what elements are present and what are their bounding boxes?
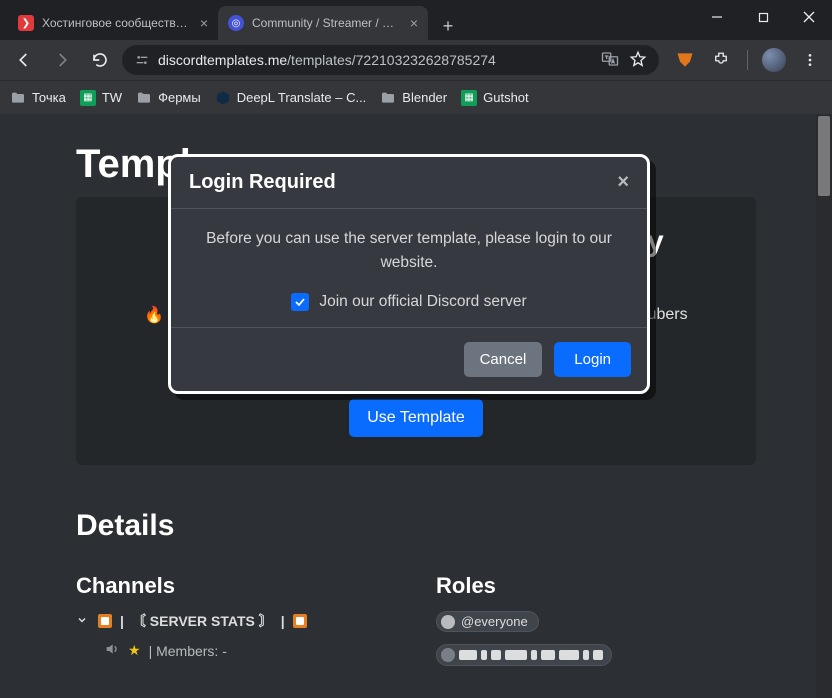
separator	[747, 50, 748, 70]
bookmark-item[interactable]: Точка	[10, 90, 66, 106]
join-discord-checkbox[interactable]	[291, 293, 309, 311]
bookmark-item[interactable]: Фермы	[136, 90, 201, 106]
close-window-button[interactable]	[786, 0, 832, 34]
back-button[interactable]	[8, 44, 40, 76]
cancel-button[interactable]: Cancel	[464, 342, 543, 377]
tab-title: Хостинговое сообщество «Tim	[42, 16, 192, 30]
bookmark-item[interactable]: Blender	[380, 90, 447, 106]
modal-title: Login Required	[189, 171, 336, 194]
bookmark-label: DeepL Translate – C...	[237, 90, 367, 105]
close-icon[interactable]: ×	[617, 171, 629, 194]
address-bar[interactable]: discordtemplates.me/templates/7221032326…	[122, 45, 659, 75]
minimize-button[interactable]	[694, 0, 740, 34]
tab-strip: ❯ Хостинговое сообщество «Tim × ◎ Commun…	[0, 0, 694, 40]
close-tab-icon[interactable]: ×	[410, 15, 418, 31]
checkbox-label: Join our official Discord server	[319, 293, 526, 311]
browser-tab-0[interactable]: ❯ Хостинговое сообщество «Tim ×	[8, 6, 218, 40]
tab-title: Community / Streamer / Comm	[252, 16, 402, 30]
new-tab-button[interactable]: +	[434, 12, 462, 40]
window-controls	[694, 0, 832, 34]
extensions-area	[665, 46, 824, 74]
scrollbar-track[interactable]	[816, 114, 832, 698]
metamask-extension-icon[interactable]	[671, 46, 699, 74]
url-text: discordtemplates.me/templates/7221032326…	[158, 52, 593, 68]
folder-icon	[10, 90, 26, 106]
modal-body-text: Before you can use the server template, …	[197, 227, 621, 275]
bookmark-label: Blender	[402, 90, 447, 105]
login-button[interactable]: Login	[554, 342, 631, 377]
deepl-icon	[215, 90, 231, 106]
bookmarks-bar: Точка ▦ TW Фермы DeepL Translate – C... B…	[0, 80, 832, 114]
close-tab-icon[interactable]: ×	[200, 15, 208, 31]
sheets-icon: ▦	[461, 90, 477, 106]
favicon-icon: ◎	[228, 15, 244, 31]
scrollbar-thumb[interactable]	[818, 116, 830, 196]
bookmark-label: Фермы	[158, 90, 201, 105]
bookmark-star-icon[interactable]	[629, 50, 647, 71]
content-viewport: Templates C y 🔥 Tl ubers	[0, 114, 832, 698]
maximize-button[interactable]	[740, 0, 786, 34]
bookmark-item[interactable]: DeepL Translate – C...	[215, 90, 367, 106]
browser-tab-1[interactable]: ◎ Community / Streamer / Comm ×	[218, 6, 428, 40]
extensions-button[interactable]	[707, 46, 735, 74]
folder-icon	[380, 90, 396, 106]
browser-toolbar: discordtemplates.me/templates/7221032326…	[0, 40, 832, 80]
site-settings-icon[interactable]	[134, 52, 150, 68]
bookmark-label: Gutshot	[483, 90, 529, 105]
titlebar: ❯ Хостинговое сообщество «Tim × ◎ Commun…	[0, 0, 832, 40]
page: Templates C y 🔥 Tl ubers	[0, 114, 816, 698]
bookmark-item[interactable]: ▦ TW	[80, 90, 122, 106]
folder-icon	[136, 90, 152, 106]
bookmark-label: TW	[102, 90, 122, 105]
favicon-icon: ❯	[18, 15, 34, 31]
sheets-icon: ▦	[80, 90, 96, 106]
browser-menu-button[interactable]	[796, 46, 824, 74]
forward-button[interactable]	[46, 44, 78, 76]
profile-avatar[interactable]	[760, 46, 788, 74]
login-required-modal: Login Required × Before you can use the …	[168, 154, 650, 394]
translate-icon[interactable]	[601, 50, 619, 71]
reload-button[interactable]	[84, 44, 116, 76]
bookmark-label: Точка	[32, 90, 66, 105]
bookmark-item[interactable]: ▦ Gutshot	[461, 90, 529, 106]
